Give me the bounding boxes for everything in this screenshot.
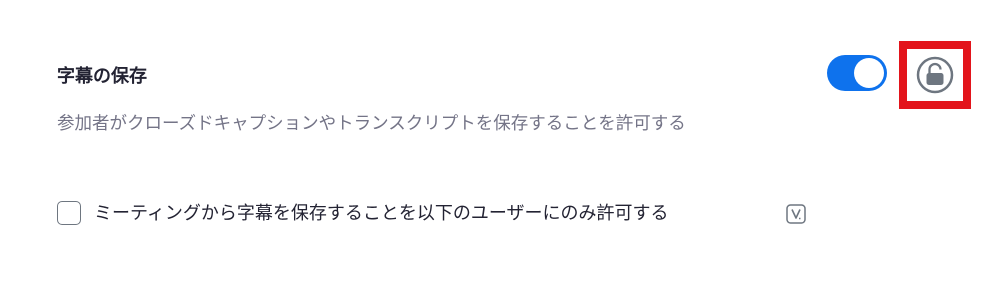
toggle-knob [854, 58, 884, 88]
setting-description: 参加者がクローズドキャプションやトランスクリプトを保存することを許可する [57, 114, 686, 134]
setting-title: 字幕の保存 [57, 66, 147, 87]
checkbox-label: ミーティングから字幕を保存することを以下のユーザーにのみ許可する [94, 203, 669, 224]
save-captions-toggle[interactable] [827, 55, 887, 91]
v-badge-icon [786, 204, 806, 224]
allow-users-checkbox[interactable] [57, 201, 81, 225]
unlock-icon[interactable] [915, 55, 955, 95]
